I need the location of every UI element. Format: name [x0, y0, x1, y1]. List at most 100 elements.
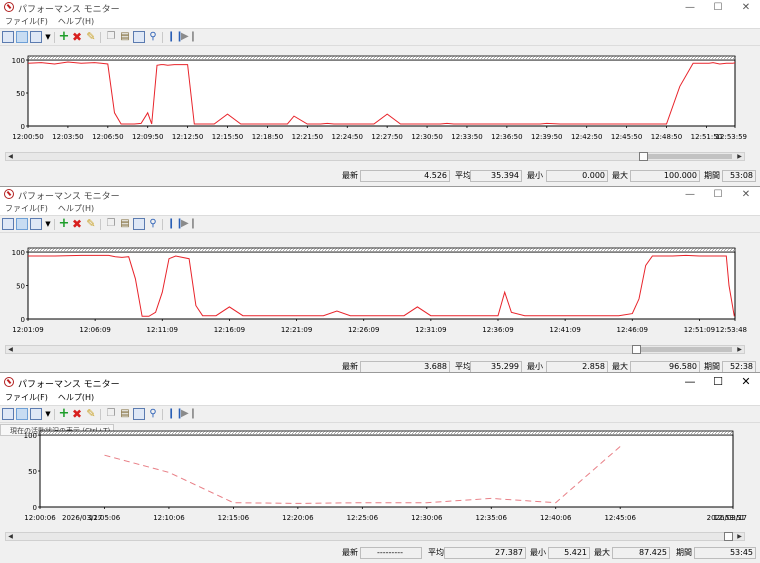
scroll-selected-range	[640, 347, 732, 352]
view-current-activity-icon[interactable]	[2, 218, 14, 230]
zoom-icon[interactable]: ⚲	[147, 31, 159, 43]
close-button[interactable]: ✕	[732, 187, 760, 202]
freeze-display-icon[interactable]: ❙❙	[167, 218, 184, 230]
paste-counter-list-icon[interactable]: ▤	[119, 408, 131, 420]
x-tick-label: 12:00:06	[24, 514, 56, 522]
view-log-data-icon[interactable]	[16, 408, 28, 420]
dropdown-arrow-icon[interactable]: ▼	[42, 408, 54, 420]
view-log-data-icon[interactable]	[16, 31, 28, 43]
minimum-label: 最小	[527, 171, 543, 180]
change-graph-type-icon[interactable]	[30, 31, 42, 43]
x-tick-label: 12:15:06	[218, 514, 250, 522]
toolbar: ▼ + ✖ ✎ ❐ ▤ ⚲ ❙❙ ▶❙	[0, 28, 760, 46]
highlight-icon[interactable]: ✎	[85, 218, 97, 230]
menu-help[interactable]: ヘルプ(H)	[53, 391, 99, 405]
y-tick-label: 0	[33, 504, 37, 512]
menu-bar: ファイル(F) ヘルプ(H)	[0, 202, 760, 215]
x-tick-label: 12:16:09	[214, 326, 245, 334]
dropdown-arrow-icon[interactable]: ▼	[42, 31, 54, 43]
performance-graph[interactable]: 100 50 0 12:00:50 12:03:50 12:06:50 12:09:50 12…	[0, 48, 760, 140]
toolbar-separator	[162, 32, 163, 43]
add-counter-icon[interactable]: +	[58, 30, 70, 43]
duration-value: 52:38	[722, 361, 756, 372]
average-value: 35.299	[470, 361, 522, 372]
scroll-right-arrow[interactable]: ▶	[735, 346, 744, 353]
maximum-label: 最大	[594, 548, 610, 557]
view-log-data-icon[interactable]	[16, 218, 28, 230]
title-bar[interactable]: パフォーマンス モニター — ☐ ✕	[0, 187, 760, 202]
minimize-button[interactable]: —	[676, 0, 704, 15]
scroll-thumb[interactable]	[631, 345, 641, 354]
x-tick-label: 12:21:09	[281, 326, 312, 334]
update-data-icon[interactable]: ▶❙	[181, 31, 197, 43]
menu-help[interactable]: ヘルプ(H)	[53, 15, 99, 28]
scroll-right-arrow[interactable]: ▶	[735, 153, 744, 160]
scroll-thumb[interactable]	[639, 152, 649, 161]
x-tick-label: 12:00:50	[12, 133, 43, 140]
view-current-activity-icon[interactable]	[2, 31, 14, 43]
y-tick-label: 100	[12, 249, 25, 257]
maximize-button[interactable]: ☐	[704, 187, 732, 202]
paste-counter-list-icon[interactable]: ▤	[119, 31, 131, 43]
copy-properties-icon[interactable]: ❐	[105, 408, 117, 420]
x-tick-label: 12:30:50	[411, 133, 442, 140]
delete-counter-icon[interactable]: ✖	[71, 218, 83, 230]
properties-icon[interactable]	[133, 31, 145, 43]
scroll-left-arrow[interactable]: ◀	[6, 153, 15, 160]
freeze-display-icon[interactable]: ❙❙	[167, 31, 184, 43]
zoom-icon[interactable]: ⚲	[147, 218, 159, 230]
update-data-icon[interactable]: ▶❙	[181, 218, 197, 230]
performance-graph[interactable]: 100 50 0 12:01:09 12:06:09 12:11:09 12:16:09 12…	[0, 236, 760, 336]
scroll-selected-range	[648, 154, 732, 159]
delete-counter-icon[interactable]: ✖	[71, 408, 83, 420]
close-button[interactable]: ✕	[732, 0, 760, 15]
menu-file[interactable]: ファイル(F)	[0, 391, 53, 405]
paste-counter-list-icon[interactable]: ▤	[119, 218, 131, 230]
view-current-activity-icon[interactable]	[2, 408, 14, 420]
dropdown-arrow-icon[interactable]: ▼	[42, 218, 54, 230]
maximum-value: 96.580	[630, 361, 700, 372]
minimize-button[interactable]: —	[676, 373, 704, 391]
plot-area	[27, 59, 736, 127]
time-range-scrollbar[interactable]: ◀ ▶	[5, 152, 745, 161]
scroll-left-arrow[interactable]: ◀	[6, 346, 15, 353]
toolbar-separator	[100, 409, 101, 420]
scroll-right-arrow[interactable]: ▶	[735, 533, 744, 540]
properties-icon[interactable]	[133, 408, 145, 420]
properties-icon[interactable]	[133, 218, 145, 230]
toolbar-separator	[162, 219, 163, 230]
scroll-left-arrow[interactable]: ◀	[6, 533, 15, 540]
last-value: 3.688	[360, 361, 450, 372]
maximize-button[interactable]: ☐	[704, 373, 732, 391]
performance-graph[interactable]: 10050012:00:06 12:05:06 12:10:06 12:15:06 12…	[0, 421, 760, 525]
time-range-scrollbar[interactable]: ◀ ▶	[5, 532, 745, 541]
menu-help[interactable]: ヘルプ(H)	[53, 202, 99, 215]
toolbar-separator	[100, 32, 101, 43]
delete-counter-icon[interactable]: ✖	[71, 31, 83, 43]
menu-file[interactable]: ファイル(F)	[0, 15, 53, 28]
time-range-scrollbar[interactable]: ◀ ▶	[5, 345, 745, 354]
add-counter-icon[interactable]: +	[58, 217, 70, 230]
highlight-icon[interactable]: ✎	[85, 31, 97, 43]
freeze-display-icon[interactable]: ❙❙	[167, 408, 184, 420]
maximize-button[interactable]: ☐	[704, 0, 732, 15]
change-graph-type-icon[interactable]	[30, 218, 42, 230]
y-tick-label: 0	[21, 316, 25, 324]
minimize-button[interactable]: —	[676, 187, 704, 202]
menu-file[interactable]: ファイル(F)	[0, 202, 53, 215]
copy-properties-icon[interactable]: ❐	[105, 218, 117, 230]
maximum-value: 87.425	[612, 547, 670, 559]
copy-properties-icon[interactable]: ❐	[105, 31, 117, 43]
zoom-icon[interactable]: ⚲	[147, 408, 159, 420]
update-data-icon[interactable]: ▶❙	[181, 408, 197, 420]
title-bar[interactable]: パフォーマンス モニター — ☐ ✕	[0, 373, 760, 391]
x-tick-label: 12:21:50	[292, 133, 323, 140]
highlight-icon[interactable]: ✎	[85, 408, 97, 420]
add-counter-icon[interactable]: +	[58, 407, 70, 420]
title-bar[interactable]: パフォーマンス モニター — ☐ ✕	[0, 0, 760, 15]
last-label: 最新	[342, 548, 358, 557]
change-graph-type-icon[interactable]	[30, 408, 42, 420]
close-button[interactable]: ✕	[732, 373, 760, 391]
x-tick-label: 12:20:06	[282, 514, 314, 522]
scroll-thumb[interactable]	[724, 532, 733, 541]
